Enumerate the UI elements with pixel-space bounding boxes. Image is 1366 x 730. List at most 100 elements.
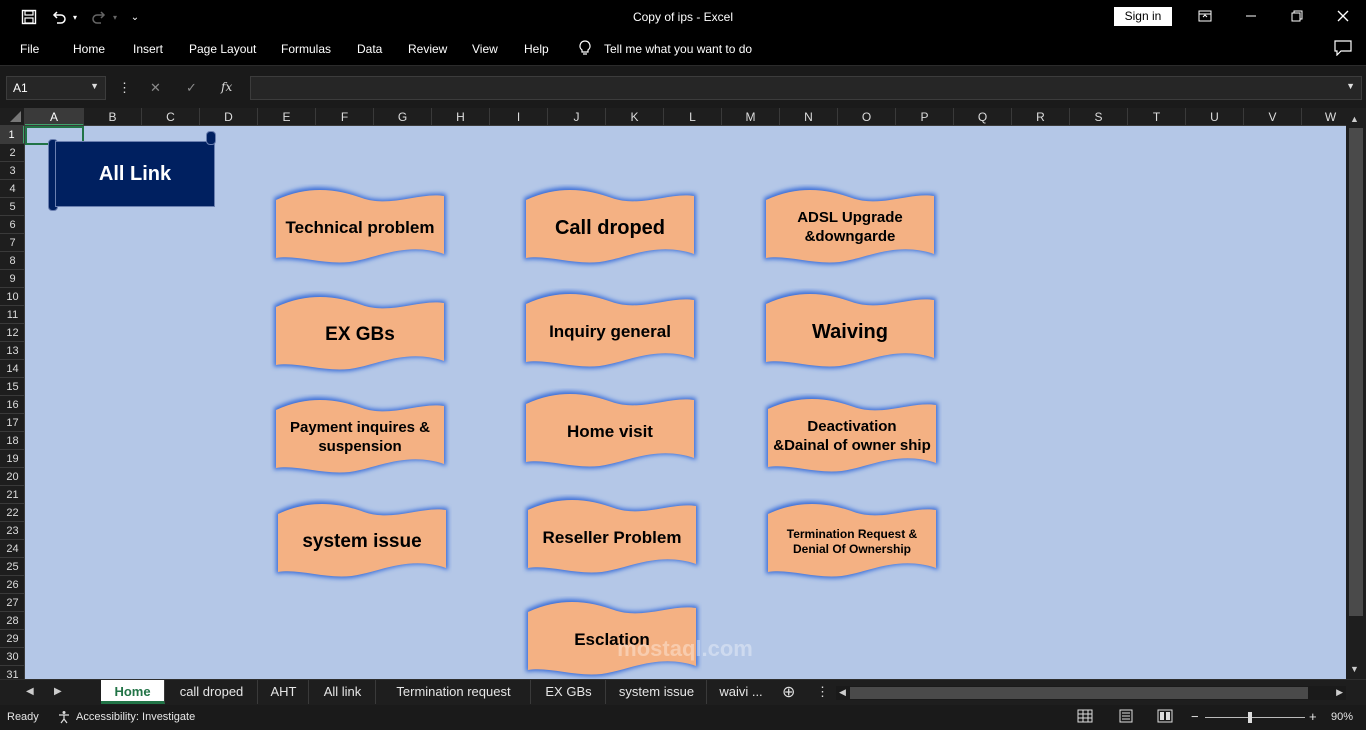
zoom-out-icon[interactable]: − (1191, 709, 1199, 724)
tab-page-layout[interactable]: Page Layout (189, 42, 256, 56)
row-header-21[interactable]: 21 (0, 486, 24, 504)
minimize-icon[interactable] (1229, 4, 1273, 28)
esclation-button[interactable]: Esclation (522, 596, 702, 679)
worksheet-grid[interactable]: All Link Technical problem Call droped ADS… (25, 126, 1346, 679)
column-header-a[interactable]: A (25, 108, 84, 125)
column-header-o[interactable]: O (838, 108, 896, 125)
reseller-problem-button[interactable]: Reseller Problem (522, 494, 702, 582)
normal-view-icon[interactable] (1077, 709, 1093, 726)
sheet-tab-all-link[interactable]: All link (310, 680, 376, 704)
sign-in-button[interactable]: Sign in (1114, 7, 1172, 26)
zoom-slider-track[interactable] (1205, 717, 1305, 718)
row-header-1[interactable]: 1 (0, 126, 24, 144)
adsl-upgrade-button[interactable]: ADSL Upgrade &downgarde (760, 184, 940, 272)
row-header-7[interactable]: 7 (0, 234, 24, 252)
technical-problem-button[interactable]: Technical problem (270, 184, 450, 272)
column-header-d[interactable]: D (200, 108, 258, 125)
column-header-u[interactable]: U (1186, 108, 1244, 125)
column-header-e[interactable]: E (258, 108, 316, 125)
row-header-2[interactable]: 2 (0, 144, 24, 162)
column-header-g[interactable]: G (374, 108, 432, 125)
cancel-icon[interactable]: ✕ (150, 80, 161, 96)
sheet-tab-ex-gbs[interactable]: EX GBs (532, 680, 606, 704)
sheet-tab-home[interactable]: Home (101, 680, 165, 704)
tab-scroll-right-icon[interactable]: ▶ (54, 686, 62, 697)
undo-dropdown-icon[interactable]: ▾ (70, 7, 80, 27)
column-header-w[interactable]: W (1302, 108, 1346, 125)
tab-insert[interactable]: Insert (133, 42, 163, 56)
more-options-icon[interactable]: ⋮ (118, 80, 131, 96)
termination-request-button[interactable]: Termination Request & Denial Of Ownershi… (762, 498, 942, 586)
row-header-30[interactable]: 30 (0, 648, 24, 666)
sheet-tab-system-issue[interactable]: system issue (607, 680, 707, 704)
home-visit-button[interactable]: Home visit (520, 388, 700, 476)
all-link-button[interactable]: All Link (48, 131, 218, 215)
column-header-s[interactable]: S (1070, 108, 1128, 125)
expand-formula-bar-icon[interactable]: ▼ (1346, 81, 1355, 91)
tab-scroll-left-icon[interactable]: ◀ (26, 686, 34, 697)
scroll-down-icon[interactable]: ▼ (1350, 664, 1359, 674)
insert-function-icon[interactable]: fx (221, 80, 232, 94)
row-header-9[interactable]: 9 (0, 270, 24, 288)
chevron-down-icon[interactable]: ▼ (90, 81, 99, 91)
name-box[interactable]: A1 ▼ (6, 76, 106, 100)
sheet-tab-termination-request[interactable]: Termination request (377, 680, 531, 704)
row-header-3[interactable]: 3 (0, 162, 24, 180)
horizontal-scrollbar[interactable]: ◀ ▶ (836, 686, 1346, 700)
accessibility-status[interactable]: Accessibility: Investigate (76, 711, 195, 723)
restore-icon[interactable] (1275, 4, 1319, 28)
tell-me-search[interactable]: Tell me what you want to do (604, 42, 752, 56)
scroll-right-icon[interactable]: ▶ (1336, 687, 1343, 698)
zoom-in-icon[interactable]: + (1309, 709, 1317, 724)
tab-file[interactable]: File (20, 42, 39, 56)
tab-view[interactable]: View (472, 42, 498, 56)
accessibility-icon[interactable] (57, 710, 71, 727)
lightbulb-icon[interactable] (578, 40, 592, 59)
save-icon[interactable] (18, 7, 40, 27)
ex-gbs-button[interactable]: EX GBs (270, 291, 450, 379)
column-header-m[interactable]: M (722, 108, 780, 125)
column-header-q[interactable]: Q (954, 108, 1012, 125)
row-header-13[interactable]: 13 (0, 342, 24, 360)
system-issue-button[interactable]: system issue (272, 498, 452, 586)
page-break-preview-icon[interactable] (1157, 709, 1173, 726)
tab-review[interactable]: Review (408, 42, 447, 56)
column-header-j[interactable]: J (548, 108, 606, 125)
waiving-button[interactable]: Waiving (760, 288, 940, 376)
undo-icon[interactable] (48, 7, 70, 27)
column-header-n[interactable]: N (780, 108, 838, 125)
row-header-11[interactable]: 11 (0, 306, 24, 324)
row-header-22[interactable]: 22 (0, 504, 24, 522)
row-header-26[interactable]: 26 (0, 576, 24, 594)
payment-inquires-button[interactable]: Payment inquires & suspension (270, 394, 450, 482)
row-header-14[interactable]: 14 (0, 360, 24, 378)
column-header-l[interactable]: L (664, 108, 722, 125)
sheet-tab-waiving[interactable]: waivi ... (708, 680, 774, 704)
redo-icon[interactable] (88, 7, 110, 27)
row-header-12[interactable]: 12 (0, 324, 24, 342)
column-header-r[interactable]: R (1012, 108, 1070, 125)
row-header-16[interactable]: 16 (0, 396, 24, 414)
tab-options-icon[interactable]: ⋮ (816, 684, 829, 700)
column-header-h[interactable]: H (432, 108, 490, 125)
zoom-slider-thumb[interactable] (1248, 712, 1252, 723)
row-header-20[interactable]: 20 (0, 468, 24, 486)
row-header-27[interactable]: 27 (0, 594, 24, 612)
column-header-t[interactable]: T (1128, 108, 1186, 125)
redo-dropdown-icon[interactable]: ▾ (110, 7, 120, 27)
scroll-up-icon[interactable]: ▲ (1350, 114, 1359, 124)
column-header-i[interactable]: I (490, 108, 548, 125)
column-header-f[interactable]: F (316, 108, 374, 125)
deactivation-button[interactable]: Deactivation &Dainal of owner ship (762, 393, 942, 481)
row-header-17[interactable]: 17 (0, 414, 24, 432)
row-header-31[interactable]: 31 (0, 666, 24, 679)
comments-icon[interactable] (1334, 40, 1352, 59)
row-header-15[interactable]: 15 (0, 378, 24, 396)
row-header-19[interactable]: 19 (0, 450, 24, 468)
row-header-29[interactable]: 29 (0, 630, 24, 648)
vertical-scroll-thumb[interactable] (1349, 128, 1363, 616)
row-header-10[interactable]: 10 (0, 288, 24, 306)
tab-formulas[interactable]: Formulas (281, 42, 331, 56)
row-header-24[interactable]: 24 (0, 540, 24, 558)
row-header-23[interactable]: 23 (0, 522, 24, 540)
